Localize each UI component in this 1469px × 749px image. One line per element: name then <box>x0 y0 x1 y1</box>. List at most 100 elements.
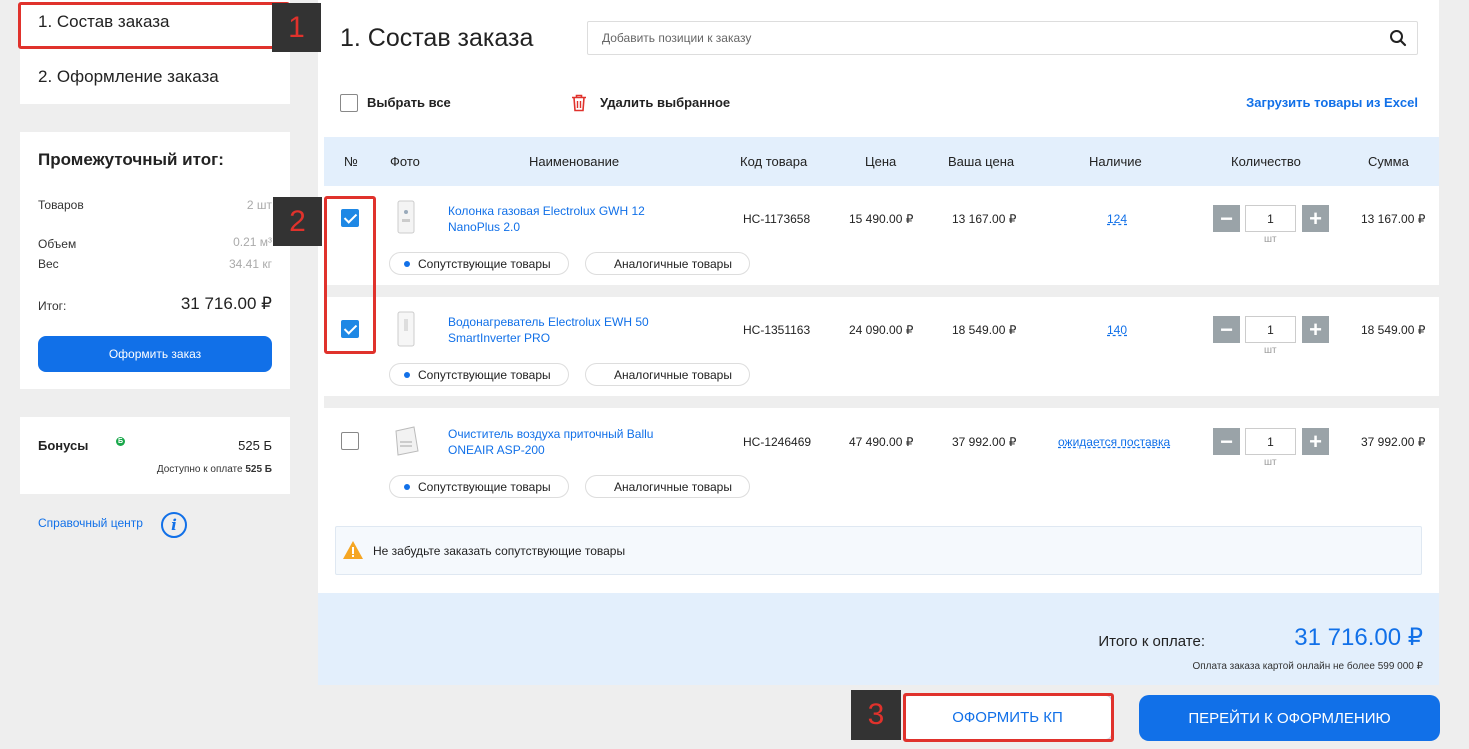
bonus-coin-icon: Б <box>116 437 125 446</box>
product-your-price: 13 167.00 ₽ <box>952 212 1017 226</box>
page-title: 1. Состав заказа <box>340 24 534 52</box>
goods-label: Товаров <box>38 198 84 212</box>
payment-note: Оплата заказа картой онлайн не более 599… <box>1192 661 1423 672</box>
product-name-line2[interactable]: SmartInverter PRO <box>448 330 688 346</box>
upload-excel-link[interactable]: Загрузить товары из Excel <box>1246 95 1418 110</box>
volume-value: 0.21 м³ <box>233 235 272 249</box>
search-box <box>587 21 1418 55</box>
qty-plus-button[interactable]: + <box>1302 428 1329 455</box>
product-photo[interactable] <box>388 423 424 459</box>
subtotal-panel: Промежуточный итог: Товаров 2 шт Объем 0… <box>20 132 290 389</box>
annotation-badge-1: 1 <box>272 3 321 52</box>
product-name-line2[interactable]: NanoPlus 2.0 <box>448 219 688 235</box>
volume-label: Объем <box>38 237 77 251</box>
product-photo[interactable] <box>388 199 424 235</box>
search-input[interactable] <box>588 22 1368 54</box>
product-name-line1[interactable]: Колонка газовая Electrolux GWH 12 <box>448 203 688 219</box>
product-name-line2[interactable]: ONEAIR ASP-200 <box>448 442 688 458</box>
related-label: Сопутствующие товары <box>418 256 551 271</box>
product-name-link[interactable]: Очиститель воздуха приточный Ballu ONEAIR… <box>448 426 688 458</box>
qty-plus-button[interactable]: + <box>1302 316 1329 343</box>
order-total-panel: Итого к оплате: 31 716.00 ₽ Оплата заказ… <box>318 593 1439 685</box>
bonus-panel: Бонусы Б 525 Б Доступно к оплате 525 Б <box>20 417 290 494</box>
delete-selected-button[interactable]: Удалить выбранное <box>600 95 730 110</box>
related-label: Сопутствующие товары <box>418 479 551 494</box>
related-products-button[interactable]: Сопутствующие товары <box>389 252 569 275</box>
help-center-link[interactable]: Справочный центр <box>38 516 143 530</box>
table-header: № Фото Наименование Код товара Цена Ваша… <box>324 137 1439 186</box>
product-code: НС-1351163 <box>743 323 811 337</box>
total-value: 31 716.00 ₽ <box>180 294 272 313</box>
row-sum: 37 992.00 ₽ <box>1361 435 1426 449</box>
product-name-line1[interactable]: Водонагреватель Electrolux EWH 50 <box>448 314 688 330</box>
total-to-pay-value: 31 716.00 ₽ <box>1294 624 1423 651</box>
annotation-box-1 <box>18 2 290 49</box>
qty-input[interactable]: 1 <box>1245 428 1296 455</box>
similar-products-button[interactable]: Аналогичные товары <box>585 475 750 498</box>
warning-icon <box>343 541 363 559</box>
bonus-available: Доступно к оплате 525 Б <box>157 464 272 475</box>
total-label: Итог: <box>38 299 67 313</box>
row-sum: 18 549.00 ₽ <box>1361 323 1426 337</box>
proceed-checkout-button[interactable]: ПЕРЕЙТИ К ОФОРМЛЕНИЮ <box>1139 695 1440 741</box>
similar-products-button[interactable]: Аналогичные товары <box>585 252 750 275</box>
dot-icon <box>404 372 410 378</box>
step-checkout[interactable]: 2. Оформление заказа <box>38 67 219 87</box>
annotation-box-2 <box>324 196 376 354</box>
qty-unit: шт <box>1264 234 1277 245</box>
similar-label: Аналогичные товары <box>614 479 732 494</box>
stock-link[interactable]: ожидается поставка <box>1058 435 1170 449</box>
stock-link[interactable]: 140 <box>1107 323 1127 337</box>
select-all-checkbox[interactable] <box>340 94 358 112</box>
warning-text: Не забудьте заказать сопутствующие товар… <box>373 544 626 558</box>
weight-value: 34.41 кг <box>229 257 272 271</box>
qty-input[interactable]: 1 <box>1245 205 1296 232</box>
product-price: 24 090.00 ₽ <box>849 323 914 337</box>
qty-input[interactable]: 1 <box>1245 316 1296 343</box>
product-photo[interactable] <box>388 311 424 347</box>
col-number: № <box>344 154 358 169</box>
col-stock: Наличие <box>1089 154 1142 169</box>
bonus-available-value: 525 Б <box>245 464 272 475</box>
total-to-pay-label: Итого к оплате: <box>1098 633 1205 650</box>
product-name-link[interactable]: Колонка газовая Electrolux GWH 12 NanoPlu… <box>448 203 688 235</box>
search-icon[interactable] <box>1389 29 1407 47</box>
col-your-price: Ваша цена <box>948 154 1015 169</box>
related-products-button[interactable]: Сопутствующие товары <box>389 363 569 386</box>
similar-label: Аналогичные товары <box>614 256 732 271</box>
product-your-price: 18 549.00 ₽ <box>952 323 1017 337</box>
row-checkbox[interactable] <box>341 432 359 450</box>
bonus-available-label: Доступно к оплате <box>156 464 246 475</box>
bonus-title: Бонусы <box>38 438 89 453</box>
info-icon[interactable]: i <box>161 512 187 538</box>
checkout-button[interactable]: Оформить заказ <box>38 336 272 372</box>
qty-minus-button[interactable]: − <box>1213 428 1240 455</box>
similar-label: Аналогичные товары <box>614 367 732 382</box>
order-panel: 1. Состав заказа Выбрать все Удалить выб… <box>318 0 1439 593</box>
similar-products-button[interactable]: Аналогичные товары <box>585 363 750 386</box>
qty-minus-button[interactable]: − <box>1213 316 1240 343</box>
stock-link[interactable]: 124 <box>1107 212 1127 226</box>
dot-icon <box>404 484 410 490</box>
qty-minus-button[interactable]: − <box>1213 205 1240 232</box>
qty-unit: шт <box>1264 457 1277 468</box>
select-all-label[interactable]: Выбрать все <box>367 95 451 110</box>
col-quantity: Количество <box>1231 154 1301 169</box>
product-name-link[interactable]: Водонагреватель Electrolux EWH 50 SmartIn… <box>448 314 688 346</box>
related-products-button[interactable]: Сопутствующие товары <box>389 475 569 498</box>
col-price: Цена <box>865 154 897 169</box>
product-code: НС-1173658 <box>743 212 811 226</box>
dot-icon <box>404 261 410 267</box>
row-divider <box>324 396 1439 408</box>
product-name-line1[interactable]: Очиститель воздуха приточный Ballu <box>448 426 688 442</box>
col-sum: Сумма <box>1368 154 1409 169</box>
product-your-price: 37 992.00 ₽ <box>952 435 1017 449</box>
trash-icon[interactable] <box>571 94 587 112</box>
col-code: Код товара <box>740 154 808 169</box>
related-label: Сопутствующие товары <box>418 367 551 382</box>
annotation-box-3 <box>903 693 1114 742</box>
col-name: Наименование <box>529 154 620 169</box>
warning-banner: Не забудьте заказать сопутствующие товар… <box>335 526 1422 575</box>
qty-unit: шт <box>1264 345 1277 356</box>
qty-plus-button[interactable]: + <box>1302 205 1329 232</box>
